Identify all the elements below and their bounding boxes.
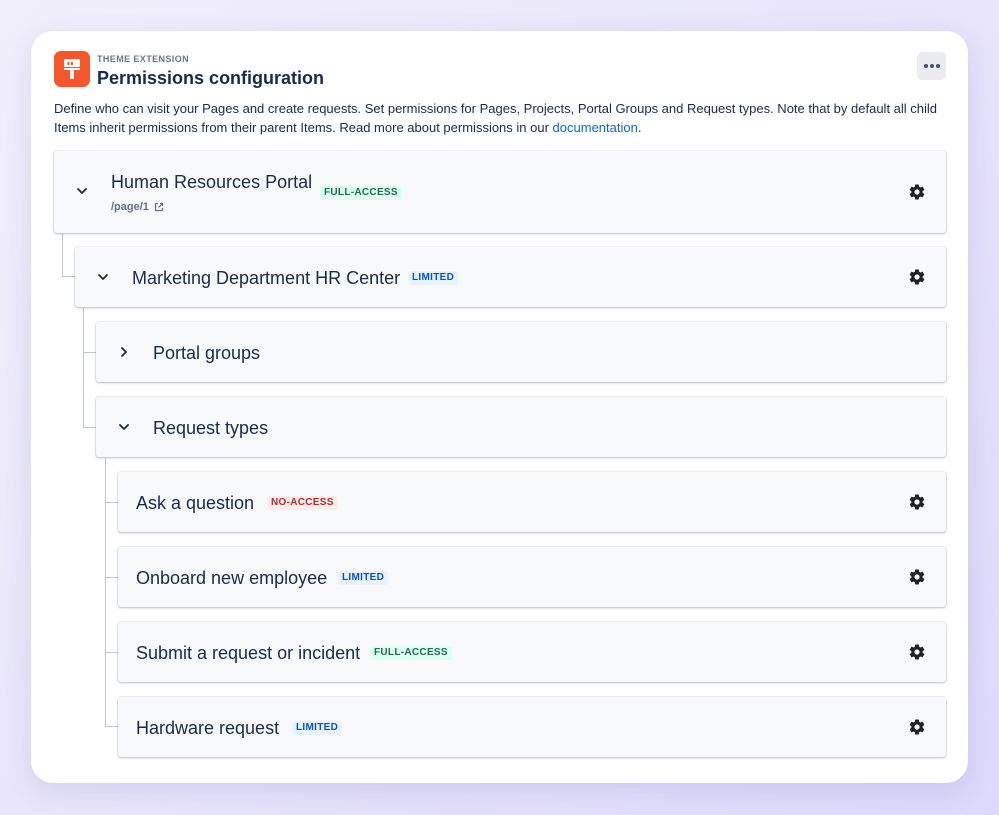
gear-icon[interactable]	[908, 568, 926, 586]
tree-row-portal[interactable]: Human Resources Portal FULL-ACCESS /page…	[54, 151, 946, 233]
portal-path-text: /page/1	[111, 201, 149, 213]
request-types-label: Request types	[153, 418, 269, 438]
gear-icon[interactable]	[908, 268, 926, 286]
gear-icon[interactable]	[908, 718, 926, 736]
description: Define who can visit your Pages and crea…	[54, 99, 946, 137]
project-name: Marketing Department HR Center	[132, 268, 401, 288]
chevron-down-icon[interactable]	[74, 183, 90, 199]
documentation-link[interactable]: documentation	[553, 120, 638, 135]
description-text: Define who can visit your Pages and crea…	[54, 101, 938, 135]
status-badge: FULL-ACCESS	[320, 186, 402, 200]
page-title: Permissions configuration	[97, 68, 325, 88]
tree-row-request-type[interactable]: Hardware request LIMITED	[118, 697, 946, 757]
tree-connector	[105, 726, 118, 727]
request-type-name: Ask a question	[136, 493, 255, 513]
tree-row-request-type[interactable]: Onboard new employee LIMITED	[118, 547, 946, 607]
tree-connector	[62, 234, 75, 277]
tree-row-request-type[interactable]: Submit a request or incident FULL-ACCESS	[118, 622, 946, 682]
gear-icon[interactable]	[908, 643, 926, 661]
request-type-name: Onboard new employee	[136, 568, 328, 588]
status-badge: LIMITED	[408, 271, 459, 285]
tree-connector	[105, 502, 118, 503]
gear-icon[interactable]	[908, 493, 926, 511]
description-suffix: .	[637, 120, 642, 135]
tree-connector	[83, 352, 96, 353]
tree-row-portal-groups[interactable]: Portal groups	[96, 322, 946, 382]
request-type-name: Hardware request	[136, 718, 280, 738]
status-badge: NO-ACCESS	[267, 496, 338, 510]
chevron-down-icon[interactable]	[116, 419, 132, 435]
app-eyebrow: THEME EXTENSION	[97, 54, 190, 64]
tree-row-request-type[interactable]: Ask a question NO-ACCESS	[118, 472, 946, 532]
status-badge: FULL-ACCESS	[370, 646, 452, 660]
status-badge: LIMITED	[338, 571, 389, 585]
portal-path[interactable]: /page/1	[111, 201, 164, 213]
chevron-right-icon[interactable]	[116, 344, 132, 360]
tree-row-request-types[interactable]: Request types	[96, 397, 946, 457]
tree-connector	[105, 577, 118, 578]
status-badge: LIMITED	[292, 721, 343, 735]
request-type-name: Submit a request or incident	[136, 643, 361, 663]
more-horizontal-icon	[923, 64, 940, 68]
tree-connector	[83, 308, 84, 427]
gear-icon[interactable]	[908, 183, 926, 201]
more-options-button[interactable]	[917, 52, 946, 80]
tree-connector	[105, 458, 106, 726]
paint-roller-icon	[54, 51, 90, 87]
tree-row-project[interactable]: Marketing Department HR Center LIMITED	[75, 247, 946, 307]
external-link-icon	[154, 202, 164, 212]
chevron-down-icon[interactable]	[95, 269, 111, 285]
tree-connector	[105, 652, 118, 653]
tree-connector	[83, 427, 96, 428]
portal-name: Human Resources Portal	[111, 172, 313, 192]
portal-groups-label: Portal groups	[153, 343, 261, 363]
permissions-card: THEME EXTENSION Permissions configuratio…	[31, 31, 968, 783]
